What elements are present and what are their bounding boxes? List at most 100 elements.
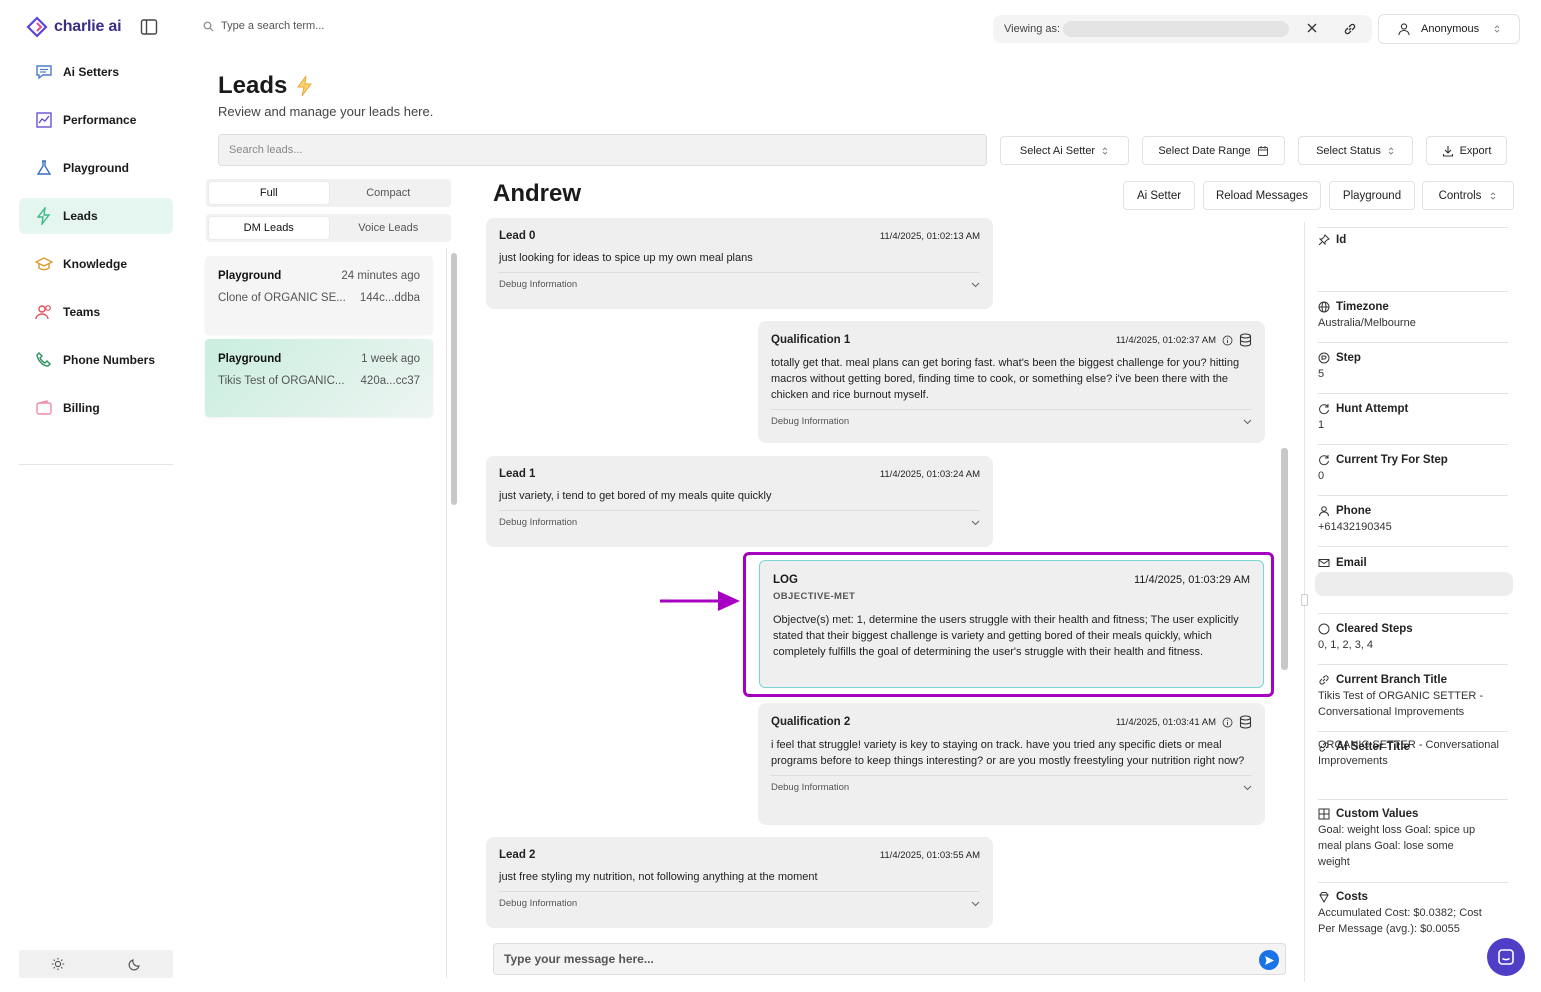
reload-messages-button[interactable]: Reload Messages <box>1203 181 1321 210</box>
debug-toggle[interactable]: Debug Information <box>771 775 1252 793</box>
ai-setter-button[interactable]: Ai Setter <box>1123 181 1195 210</box>
detail-label: Hunt Attempt <box>1336 403 1409 415</box>
tab-dm-leads[interactable]: DM Leads <box>209 217 329 239</box>
database-icon[interactable] <box>1239 333 1252 347</box>
lead-list-item[interactable]: Playground 24 minutes ago Clone of ORGANI… <box>205 256 433 334</box>
export-button[interactable]: Export <box>1426 136 1507 165</box>
debug-toggle[interactable]: Debug Information <box>499 272 980 290</box>
sidebar-item-playground[interactable]: Playground <box>19 150 173 186</box>
resize-handle[interactable] <box>1301 594 1308 606</box>
download-icon <box>1442 145 1453 157</box>
detail-divider <box>1318 444 1508 445</box>
search-icon <box>203 21 214 31</box>
message-lead: Lead 1 11/4/2025, 01:03:24 AM just variet… <box>486 456 993 547</box>
sidebar-item-phone-numbers[interactable]: Phone Numbers <box>19 342 173 378</box>
sidebar-item-ai-setters[interactable]: Ai Setters <box>19 54 173 90</box>
phone-icon <box>35 351 53 369</box>
global-search-input[interactable]: Type a search term... <box>221 20 324 32</box>
tab-full[interactable]: Full <box>209 182 329 204</box>
sidebar-item-label: Playground <box>63 161 130 175</box>
detail-value: 5 <box>1318 368 1325 380</box>
message-text: i feel that struggle! variety is key to … <box>771 739 1245 767</box>
log-time: 11/4/2025, 01:03:29 AM <box>1134 574 1250 586</box>
export-label: Export <box>1459 144 1492 157</box>
controls-dropdown[interactable]: Controls <box>1422 181 1514 210</box>
tab-voice-leads[interactable]: Voice Leads <box>329 217 449 239</box>
app-logo[interactable]: charlie ai <box>26 16 122 38</box>
detail-step: Step 5 <box>1318 352 1508 382</box>
message-input[interactable]: Type your message here... <box>493 943 1286 975</box>
sidebar-item-label: Ai Setters <box>63 65 120 79</box>
sun-icon <box>51 957 64 971</box>
page-subtitle: Review and manage your leads here. <box>218 104 434 119</box>
sidebar-nav: Ai Setters Performance Playground Leads … <box>19 54 173 438</box>
log-text: Objectve(s) met: 1, determine the users … <box>773 614 1239 658</box>
detail-costs: Costs Accumulated Cost: $0.0382; Cost Pe… <box>1318 891 1508 937</box>
debug-toggle[interactable]: Debug Information <box>499 891 980 909</box>
clear-icon[interactable] <box>1306 22 1318 34</box>
select-status-dropdown[interactable]: Select Status <box>1298 136 1413 165</box>
dark-theme-button[interactable] <box>96 950 173 978</box>
bolt-icon <box>297 75 313 97</box>
detail-setter-title: AI Setter Title ORGANIC SETTER - Convers… <box>1318 739 1508 769</box>
sidebar-item-performance[interactable]: Performance <box>19 102 173 138</box>
lead-list-scrollbar[interactable] <box>451 253 457 505</box>
calendar-icon <box>1257 145 1268 156</box>
select-ai-setter-dropdown[interactable]: Select Ai Setter <box>1000 136 1129 165</box>
tab-compact[interactable]: Compact <box>329 182 449 204</box>
detail-current-try: Current Try For Step 0 <box>1318 454 1508 484</box>
lead-setter: Tikis Test of ORGANIC... <box>218 375 345 387</box>
message-sender: Qualification 1 <box>771 334 851 346</box>
info-icon[interactable] <box>1222 717 1233 728</box>
select-ai-setter-label: Select Ai Setter <box>1019 144 1096 157</box>
debug-toggle[interactable]: Debug Information <box>771 409 1252 427</box>
link-icon[interactable] <box>1343 22 1357 36</box>
sidebar-item-leads[interactable]: Leads <box>19 198 173 234</box>
detail-divider <box>1318 227 1508 228</box>
conversation-scrollbar[interactable] <box>1281 448 1288 670</box>
sidebar-item-teams[interactable]: Teams <box>19 294 173 330</box>
send-button[interactable] <box>1259 950 1279 970</box>
select-date-range-button[interactable]: Select Date Range <box>1142 136 1285 165</box>
user-menu-button[interactable]: Anonymous <box>1378 14 1520 44</box>
detail-label: Email <box>1336 557 1367 569</box>
detail-cleared-steps: Cleared Steps 0, 1, 2, 3, 4 <box>1318 623 1508 653</box>
pin-icon <box>1318 234 1330 246</box>
detail-value: 1 <box>1318 419 1325 431</box>
viewing-as-field[interactable]: Viewing as: <box>993 15 1372 43</box>
leads-search-placeholder: Search leads... <box>229 144 303 156</box>
sidebar-item-knowledge[interactable]: Knowledge <box>19 246 173 282</box>
user-icon <box>1319 506 1329 517</box>
info-icon[interactable] <box>1222 335 1233 346</box>
support-chat-button[interactable] <box>1487 938 1525 976</box>
global-search[interactable]: Type a search term... <box>203 20 324 32</box>
playground-button[interactable]: Playground <box>1329 181 1415 210</box>
flask-icon <box>35 159 53 177</box>
debug-label: Debug Information <box>499 279 578 290</box>
lead-list-item-selected[interactable]: Playground 1 week ago Tikis Test of ORGAN… <box>205 339 433 417</box>
refresh-icon <box>1319 455 1329 466</box>
diamond-icon <box>1319 892 1329 903</box>
chevron-down-icon <box>1243 785 1252 790</box>
light-theme-button[interactable] <box>19 950 96 978</box>
debug-label: Debug Information <box>499 517 578 528</box>
debug-toggle[interactable]: Debug Information <box>499 510 980 528</box>
viewing-as-value <box>1063 21 1290 37</box>
detail-divider <box>1318 393 1508 394</box>
logo-icon <box>26 16 48 38</box>
chevron-updown-icon <box>1388 146 1394 155</box>
send-icon <box>1264 955 1274 965</box>
sidebar-toggle-icon[interactable] <box>140 18 158 36</box>
message-text: just looking for ideas to spice up my ow… <box>499 252 753 264</box>
message-time: 11/4/2025, 01:02:13 AM <box>879 230 980 242</box>
message-text: just free styling my nutrition, not foll… <box>499 871 818 883</box>
wallet-icon <box>35 399 53 417</box>
sidebar-item-billing[interactable]: Billing <box>19 390 173 426</box>
lead-id: 144c...ddba <box>359 292 420 304</box>
user-icon <box>1398 23 1410 36</box>
chevron-down-icon <box>971 520 980 525</box>
detail-label: Id <box>1336 234 1347 246</box>
leads-search-input[interactable]: Search leads... <box>218 134 987 166</box>
page-title: Leads <box>218 72 313 100</box>
database-icon[interactable] <box>1239 715 1252 729</box>
